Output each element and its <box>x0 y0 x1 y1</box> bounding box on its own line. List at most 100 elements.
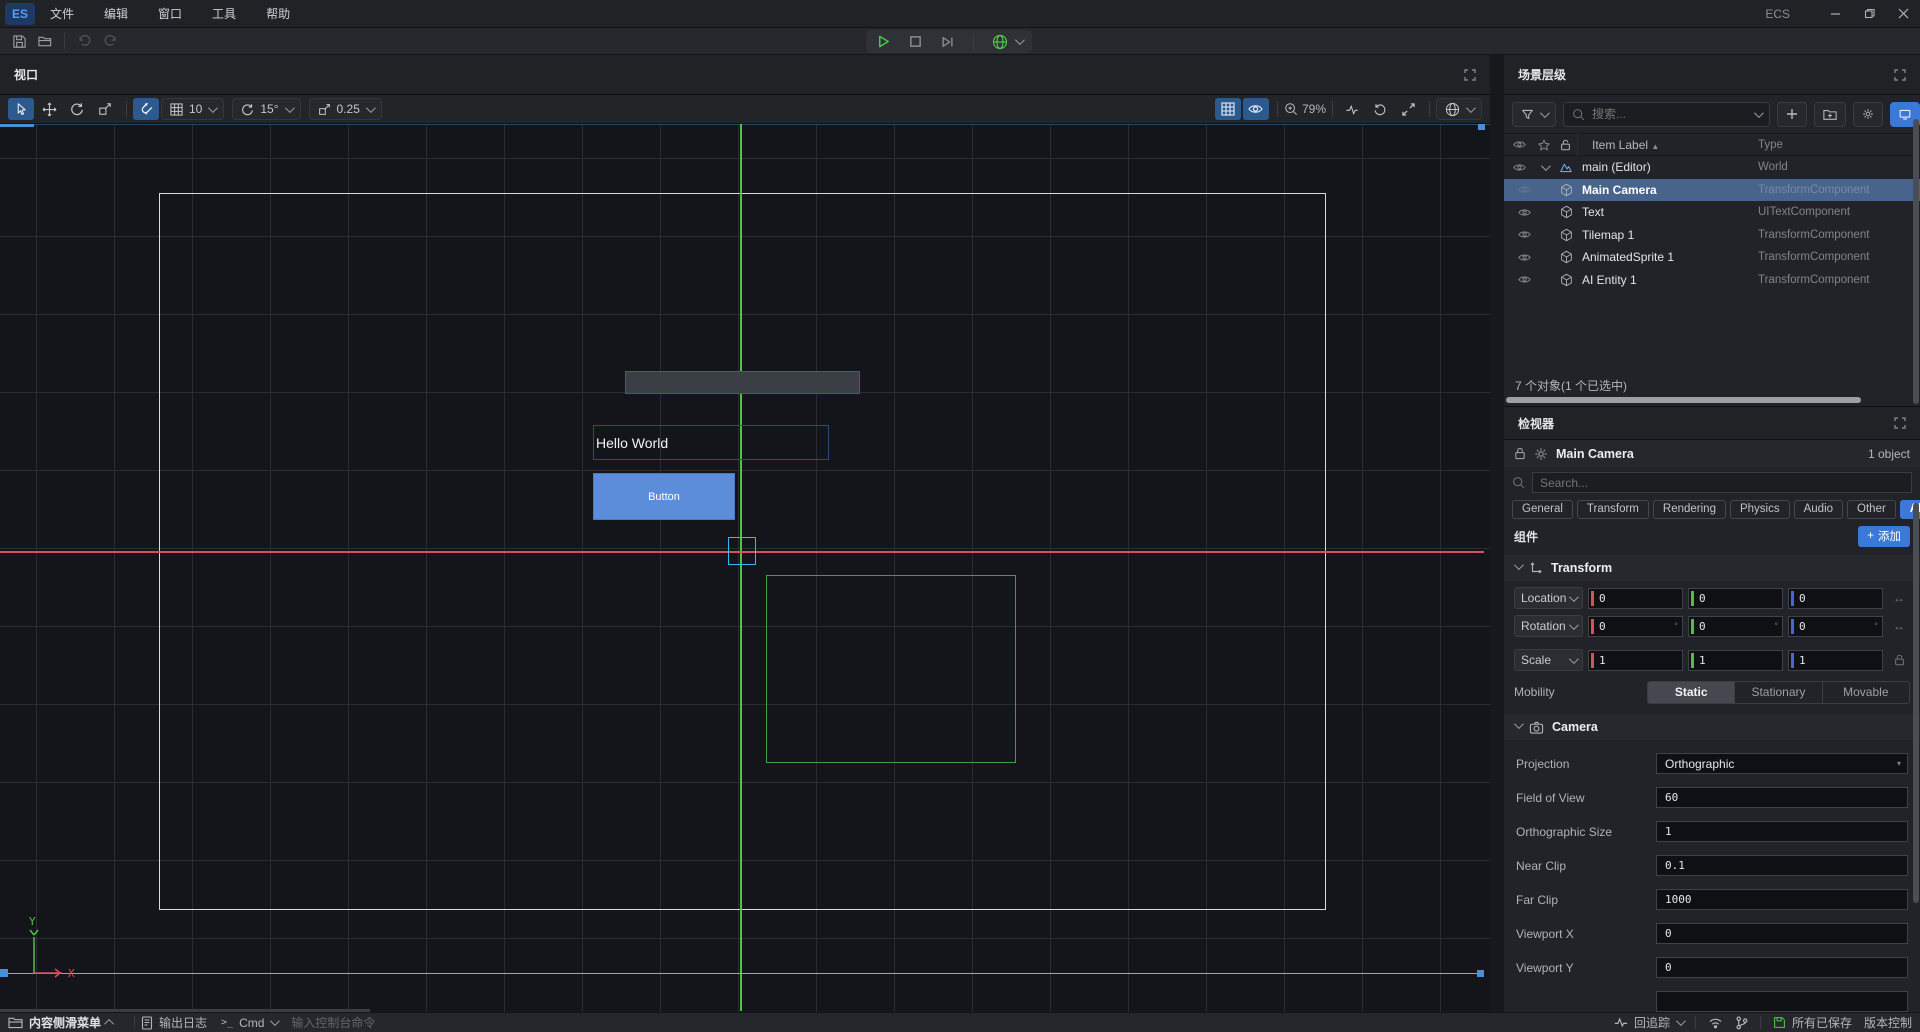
inspector-vscrollbar[interactable] <box>1913 503 1919 903</box>
near-clip-input[interactable]: 0.1 <box>1656 855 1908 876</box>
tab-rendering[interactable]: Rendering <box>1653 500 1726 519</box>
eye-icon[interactable] <box>1504 162 1534 173</box>
star-icon[interactable] <box>1534 139 1554 151</box>
scene-canvas[interactable]: Hello World Button Y X <box>0 124 1490 1012</box>
launch-target-dropdown[interactable] <box>992 34 1022 50</box>
fit-view-icon[interactable] <box>1395 98 1421 120</box>
tab-audio[interactable]: Audio <box>1794 500 1843 519</box>
lock-icon[interactable] <box>1514 447 1526 460</box>
location-z-field[interactable]: 0 <box>1788 588 1883 609</box>
axis-handle-right[interactable] <box>1477 970 1484 977</box>
ui-panel-element[interactable] <box>625 371 860 394</box>
column-type[interactable]: Type <box>1758 139 1920 151</box>
play-button[interactable] <box>876 34 891 49</box>
stats-icon[interactable] <box>1339 98 1365 120</box>
maximize-button[interactable] <box>1852 0 1886 28</box>
hierarchy-row-tilemap[interactable]: Tilemap 1 TransformComponent <box>1504 224 1920 247</box>
visibility-toggle[interactable] <box>1243 98 1269 120</box>
hierarchy-row-text[interactable]: Text UITextComponent <box>1504 201 1920 224</box>
scale-snap-dropdown[interactable]: 0.25 <box>309 98 382 120</box>
inspector-search-input[interactable] <box>1540 476 1904 490</box>
rotation-x-field[interactable]: 0° <box>1588 616 1683 637</box>
menu-window[interactable]: 窗口 <box>143 0 197 28</box>
minimize-button[interactable] <box>1818 0 1852 28</box>
view-globe-dropdown[interactable] <box>1436 98 1482 120</box>
ui-button-element[interactable]: Button <box>593 473 735 520</box>
trace-dropdown[interactable]: 回追踪 <box>1614 1014 1683 1031</box>
network-icon[interactable] <box>1708 1017 1723 1029</box>
output-log-button[interactable]: 输出日志 <box>141 1014 207 1031</box>
content-drawer-button[interactable]: 内容侧滑菜单 <box>8 1014 114 1031</box>
tab-general[interactable]: General <box>1512 500 1573 519</box>
eye-icon[interactable] <box>1504 229 1534 240</box>
menu-help[interactable]: 帮助 <box>251 0 305 28</box>
mobility-movable[interactable]: Movable <box>1823 682 1909 703</box>
selection-gizmo[interactable] <box>728 537 756 565</box>
transform-section-header[interactable]: Transform <box>1504 555 1920 581</box>
ruler-handle-right[interactable] <box>1478 124 1485 130</box>
reset-view-icon[interactable] <box>1367 98 1393 120</box>
add-entity-button[interactable] <box>1777 102 1807 127</box>
eye-icon[interactable] <box>1504 184 1534 195</box>
rotation-y-field[interactable]: 0° <box>1688 616 1783 637</box>
location-y-field[interactable]: 0 <box>1688 588 1783 609</box>
git-branch-icon[interactable] <box>1735 1016 1748 1030</box>
tab-physics[interactable]: Physics <box>1730 500 1790 519</box>
column-item-label[interactable]: Item Label ▲ <box>1578 138 1758 152</box>
console-input[interactable]: 输入控制台命令 <box>291 1014 375 1031</box>
hierarchy-vscrollbar[interactable] <box>1913 119 1919 404</box>
zoom-indicator[interactable]: 79% <box>1284 102 1326 116</box>
hierarchy-row-animatedsprite[interactable]: AnimatedSprite 1 TransformComponent <box>1504 246 1920 269</box>
new-folder-button[interactable] <box>1814 102 1846 127</box>
eye-icon[interactable] <box>1504 274 1534 285</box>
undo-icon[interactable] <box>71 30 97 52</box>
projection-dropdown[interactable]: Orthographic▾ <box>1656 753 1908 774</box>
uniform-scale-lock-icon[interactable] <box>1888 654 1910 666</box>
version-control-button[interactable]: 版本控制 <box>1864 1014 1912 1031</box>
camera-section-header[interactable]: Camera <box>1504 714 1920 740</box>
scale-y-field[interactable]: 1 <box>1688 650 1783 671</box>
hierarchy-hscrollbar[interactable] <box>1504 395 1920 406</box>
location-dropdown[interactable]: Location <box>1514 587 1583 609</box>
scale-z-field[interactable]: 1 <box>1788 650 1883 671</box>
ui-text-element[interactable]: Hello World <box>593 425 829 460</box>
move-tool[interactable] <box>36 98 62 120</box>
grid-toggle[interactable] <box>1215 98 1241 120</box>
hierarchy-row-ai-entity[interactable]: AI Entity 1 TransformComponent <box>1504 269 1920 292</box>
viewport-x-input[interactable]: 0 <box>1656 923 1908 944</box>
hierarchy-row-world[interactable]: main (Editor) World <box>1504 156 1920 179</box>
rotation-dropdown[interactable]: Rotation <box>1514 615 1583 637</box>
chevron-down-icon[interactable] <box>1540 161 1550 171</box>
inspector-search[interactable] <box>1512 470 1912 495</box>
filter-dropdown[interactable] <box>1512 102 1556 127</box>
link-axes-icon[interactable]: ↔ <box>1888 619 1910 633</box>
open-folder-icon[interactable] <box>32 30 58 52</box>
viewport-y-input[interactable]: 0 <box>1656 957 1908 978</box>
hierarchy-row-main-camera[interactable]: Main Camera TransformComponent <box>1504 179 1920 202</box>
cmd-dropdown[interactable]: >_ Cmd <box>221 1016 277 1030</box>
hierarchy-settings-button[interactable] <box>1853 102 1883 127</box>
add-component-button[interactable]: + 添加 <box>1858 526 1910 547</box>
scale-dropdown[interactable]: Scale <box>1514 649 1583 671</box>
rotation-snap-dropdown[interactable]: 15° <box>232 98 300 120</box>
rotation-z-field[interactable]: 0° <box>1788 616 1883 637</box>
field-of-view-input[interactable]: 60 <box>1656 787 1908 808</box>
menu-edit[interactable]: 编辑 <box>89 0 143 28</box>
inspector-fullscreen-icon[interactable] <box>1894 417 1906 429</box>
menu-tools[interactable]: 工具 <box>197 0 251 28</box>
scale-x-field[interactable]: 1 <box>1588 650 1683 671</box>
step-button[interactable] <box>940 35 955 49</box>
snap-toggle[interactable] <box>133 98 159 120</box>
tab-transform[interactable]: Transform <box>1577 500 1649 519</box>
orthographic-size-input[interactable]: 1 <box>1656 821 1908 842</box>
rotate-tool[interactable] <box>64 98 90 120</box>
tab-other[interactable]: Other <box>1847 500 1896 519</box>
mobility-static[interactable]: Static <box>1648 682 1735 703</box>
grid-snap-dropdown[interactable]: 10 <box>161 98 224 120</box>
location-x-field[interactable]: 0 <box>1588 588 1683 609</box>
clipped-input[interactable] <box>1656 991 1908 1012</box>
gear-icon[interactable] <box>1534 447 1548 461</box>
eye-icon[interactable] <box>1504 252 1534 263</box>
close-button[interactable] <box>1886 0 1920 28</box>
hierarchy-search-input[interactable] <box>1592 107 1747 121</box>
